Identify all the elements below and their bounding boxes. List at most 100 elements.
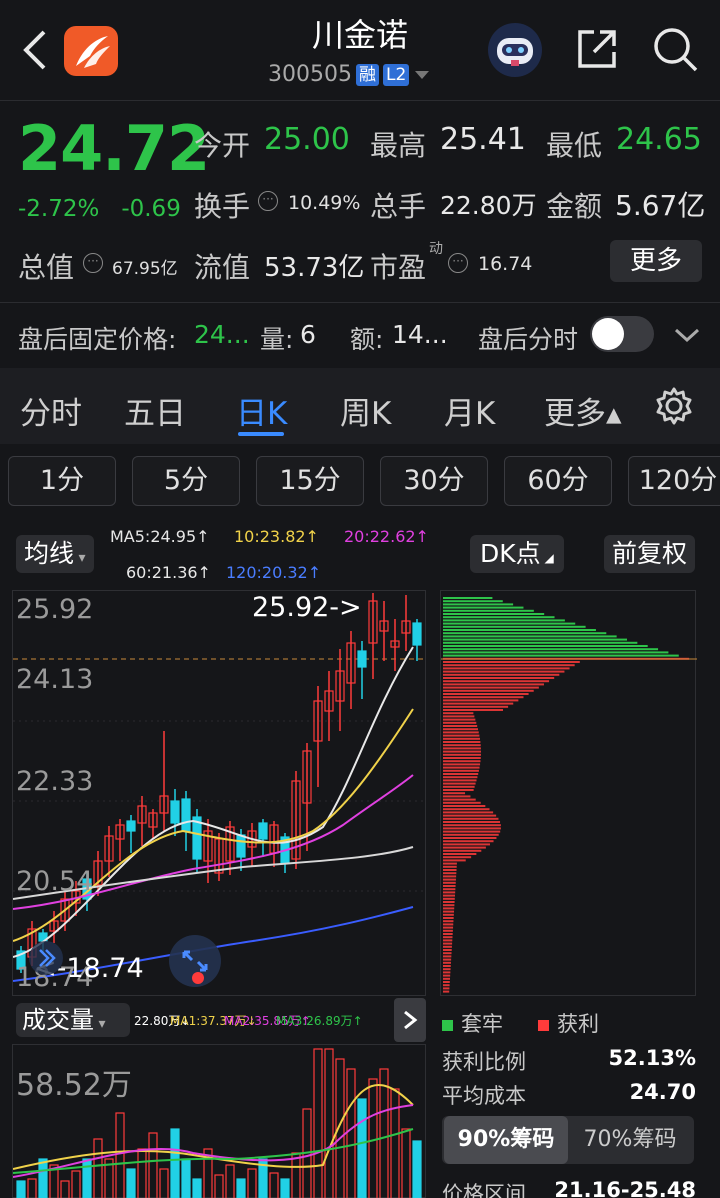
- axis-label: 22.33: [16, 766, 94, 797]
- volume-value: 22.80万: [440, 191, 537, 220]
- after-price-value: 24...: [194, 320, 250, 349]
- chip-bar: [443, 766, 480, 769]
- chip-bar: [443, 760, 481, 763]
- next-indicator-button[interactable]: [394, 998, 426, 1042]
- change-percent: -2.72%: [18, 196, 100, 222]
- volume-bar: [38, 1158, 48, 1198]
- low-label: 最低: [546, 129, 603, 162]
- info-icon[interactable]: ···: [258, 191, 278, 211]
- low-value: 24.65: [616, 122, 702, 157]
- chip-bar: [443, 891, 456, 894]
- double-arrow-icon[interactable]: [26, 940, 66, 976]
- tab-monthly-k[interactable]: 月K: [444, 388, 495, 433]
- chip-bar: [443, 715, 475, 718]
- active-tab-indicator: [238, 432, 284, 436]
- chip-bar: [443, 785, 475, 788]
- ma120-value: 120:20.32↑: [226, 563, 322, 582]
- chip-bar: [443, 798, 476, 801]
- volume-bar: [93, 1138, 103, 1198]
- volume-bar: [412, 1140, 422, 1198]
- period-120min[interactable]: 120分: [628, 456, 720, 506]
- forward-adjust-button[interactable]: 前复权: [604, 535, 696, 573]
- chip-bar: [443, 894, 455, 897]
- chip-bar: [443, 968, 451, 971]
- period-60min[interactable]: 60分: [504, 456, 612, 506]
- tab-five-day[interactable]: 五日: [124, 388, 186, 433]
- info-icon[interactable]: ···: [448, 253, 468, 273]
- stock-code-row[interactable]: 300505 融 L2: [268, 62, 431, 87]
- chip-bar: [443, 840, 494, 843]
- search-icon[interactable]: [650, 24, 698, 74]
- mktcap-label: 总值: [18, 251, 75, 284]
- chip-bar: [443, 718, 476, 721]
- chip-bar: [443, 907, 455, 910]
- period-15min[interactable]: 15分: [256, 456, 364, 506]
- chip-bar: [443, 929, 453, 932]
- chip-bar: [443, 603, 514, 606]
- legend-profit-label: 获利: [557, 1012, 599, 1036]
- chip-bar: [443, 747, 481, 750]
- volume-bar: [225, 1164, 235, 1198]
- chip-bar: [443, 961, 451, 964]
- chip-bar: [443, 728, 479, 731]
- chip-bar: [443, 664, 575, 667]
- volume-bar: [346, 1068, 356, 1198]
- chip-bar: [443, 824, 501, 827]
- candle-body: [181, 798, 191, 832]
- after-hours-toggle[interactable]: [590, 316, 654, 352]
- more-button[interactable]: 更多: [610, 240, 702, 282]
- period-30min[interactable]: 30分: [380, 456, 488, 506]
- zoom-expand-icon[interactable]: [168, 934, 222, 988]
- tab-chip-70[interactable]: 70%筹码: [568, 1116, 692, 1164]
- chip-bar: [443, 878, 456, 881]
- amount-label: 金额: [546, 190, 603, 223]
- chip-bar: [443, 811, 494, 814]
- margin-tag: 融: [355, 63, 379, 86]
- chip-bar: [443, 910, 455, 913]
- chip-distribution-chart[interactable]: [440, 590, 697, 996]
- chip-bar: [443, 846, 486, 849]
- high-label: 最高: [370, 129, 427, 162]
- high-value: 25.41: [440, 122, 526, 157]
- volume-bar: [269, 1172, 279, 1198]
- after-amt-label: 额:: [350, 325, 384, 354]
- chip-bar: [443, 933, 453, 935]
- info-icon[interactable]: ···: [83, 253, 103, 273]
- chip-bar: [443, 699, 519, 702]
- chevron-down-icon[interactable]: [672, 322, 702, 348]
- chip-bar: [443, 981, 450, 983]
- ma-dropdown[interactable]: 均线 ▾: [16, 535, 94, 573]
- chip-bar: [443, 629, 596, 631]
- robot-assistant-icon[interactable]: [487, 22, 543, 78]
- share-icon[interactable]: [574, 26, 620, 72]
- volume-dropdown-label: 成交量: [22, 1006, 94, 1034]
- period-1min[interactable]: 1分: [8, 456, 116, 506]
- tab-chip-90[interactable]: 90%筹码: [444, 1116, 568, 1164]
- dk-point-button[interactable]: DK点 ◢: [470, 535, 564, 573]
- price-range-value: 21.16-25.48: [554, 1178, 696, 1198]
- tab-weekly-k[interactable]: 周K: [340, 388, 391, 433]
- chip-bar: [443, 808, 490, 811]
- chip-bar: [443, 977, 450, 980]
- volume-dropdown[interactable]: 成交量 ▾: [16, 1003, 130, 1037]
- axis-label: 20.54: [16, 866, 94, 897]
- volume-axis-max: 58.52万: [16, 1068, 132, 1103]
- chip-bar: [443, 875, 457, 878]
- volume-bar: [192, 1178, 202, 1198]
- tab-more[interactable]: 更多▴: [544, 388, 622, 433]
- tab-daily-k[interactable]: 日K: [236, 388, 287, 433]
- amount-value: 5.67亿: [615, 189, 706, 222]
- gear-icon[interactable]: [654, 386, 694, 426]
- tab-intraday[interactable]: 分时: [20, 388, 82, 433]
- float-value: 53.73亿: [264, 253, 365, 283]
- chip-bar: [443, 641, 638, 644]
- pe-label: 市盈: [370, 251, 427, 284]
- chip-bar: [443, 843, 490, 846]
- chip-bar: [443, 958, 452, 961]
- level2-tag: L2: [382, 63, 410, 86]
- period-5min[interactable]: 5分: [132, 456, 240, 506]
- chip-bar: [443, 638, 627, 641]
- volume-bar: [390, 1088, 400, 1198]
- profit-ratio-value: 52.13%: [608, 1046, 696, 1070]
- chip-bar: [443, 830, 501, 833]
